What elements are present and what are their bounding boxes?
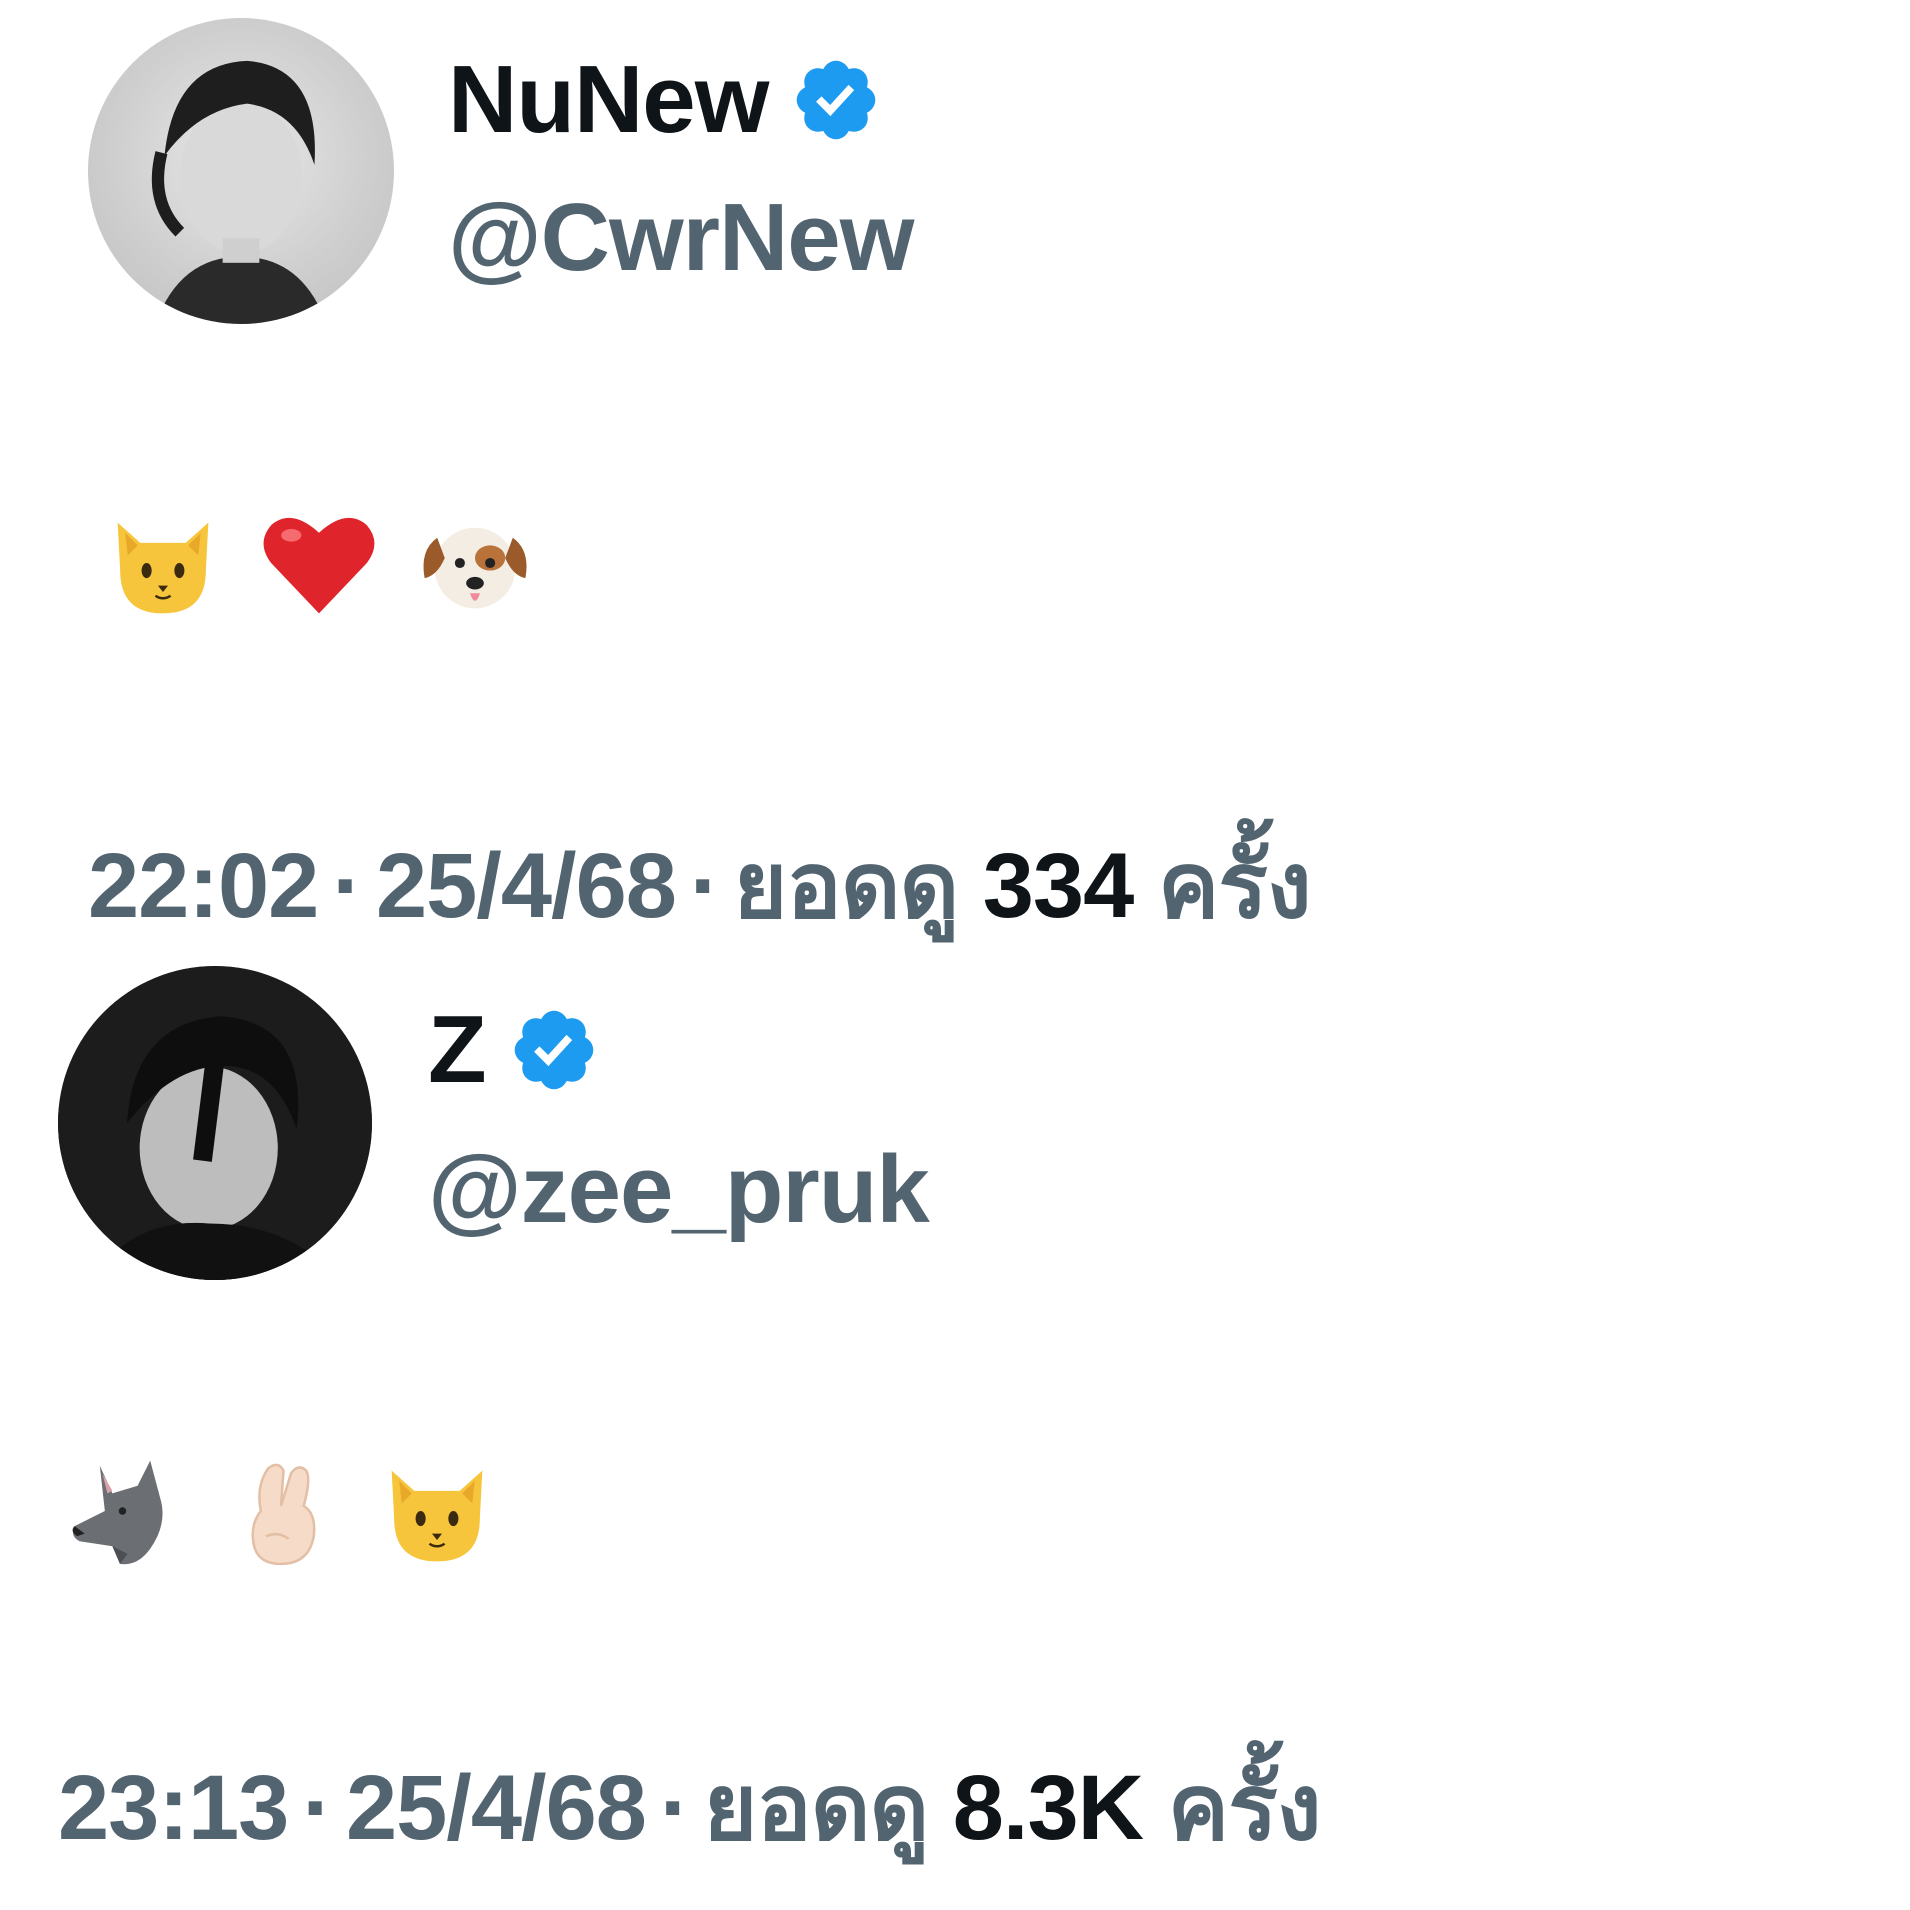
tweet-text (62, 1448, 500, 1574)
views-count: 8.3K (952, 1757, 1144, 1859)
tweet-card[interactable]: NuNew @CwrNew 22:02 · 25/4/68 · ยอดดู 33… (0, 0, 1910, 950)
tweet-card[interactable]: Z @zee_pruk 23:13 · 25/4/68 · ยอดดู 8.3K… (0, 950, 1910, 1910)
tweet-time[interactable]: 22:02 (88, 835, 319, 937)
red-heart-emoji (263, 517, 375, 614)
cat-face-emoji (117, 522, 209, 614)
display-name[interactable]: Z (428, 1002, 487, 1098)
avatar-photo (151, 60, 327, 324)
name-row: Z (428, 1002, 600, 1098)
avatar-photo (58, 966, 372, 1280)
user-handle[interactable]: @zee_pruk (428, 1142, 930, 1238)
name-row: NuNew (448, 52, 882, 148)
views-label: ยอดดู (733, 835, 960, 937)
views-label: ยอดดู (703, 1757, 930, 1859)
tweet-date[interactable]: 25/4/68 (376, 835, 677, 937)
hand-with-index-finger-and-thumb-crossed-emoji (251, 1463, 316, 1566)
wolf-face-emoji (72, 1460, 163, 1565)
separator: · (659, 1757, 691, 1859)
views-suffix: ครั้ง (1167, 1757, 1322, 1859)
tweet-date[interactable]: 25/4/68 (346, 1757, 647, 1859)
views-suffix: ครั้ง (1157, 835, 1312, 937)
avatar[interactable] (88, 18, 394, 324)
separator: · (302, 1757, 333, 1859)
dog-face-emoji (423, 527, 527, 609)
tweet-time[interactable]: 23:13 (58, 1757, 289, 1859)
tweet-text (100, 500, 538, 626)
user-handle[interactable]: @CwrNew (448, 190, 914, 286)
tweet-meta: 23:13 · 25/4/68 · ยอดดู 8.3K ครั้ง (58, 1762, 1322, 1854)
display-name[interactable]: NuNew (448, 52, 769, 148)
separator: · (689, 835, 721, 937)
tweet-meta: 22:02 · 25/4/68 · ยอดดู 334 ครั้ง (88, 840, 1312, 932)
avatar[interactable] (58, 966, 372, 1280)
cat-face-emoji (391, 1470, 483, 1562)
verified-badge-icon (514, 1010, 593, 1090)
verified-badge-icon (797, 60, 876, 140)
views-count: 334 (982, 835, 1134, 937)
separator: · (332, 835, 363, 937)
